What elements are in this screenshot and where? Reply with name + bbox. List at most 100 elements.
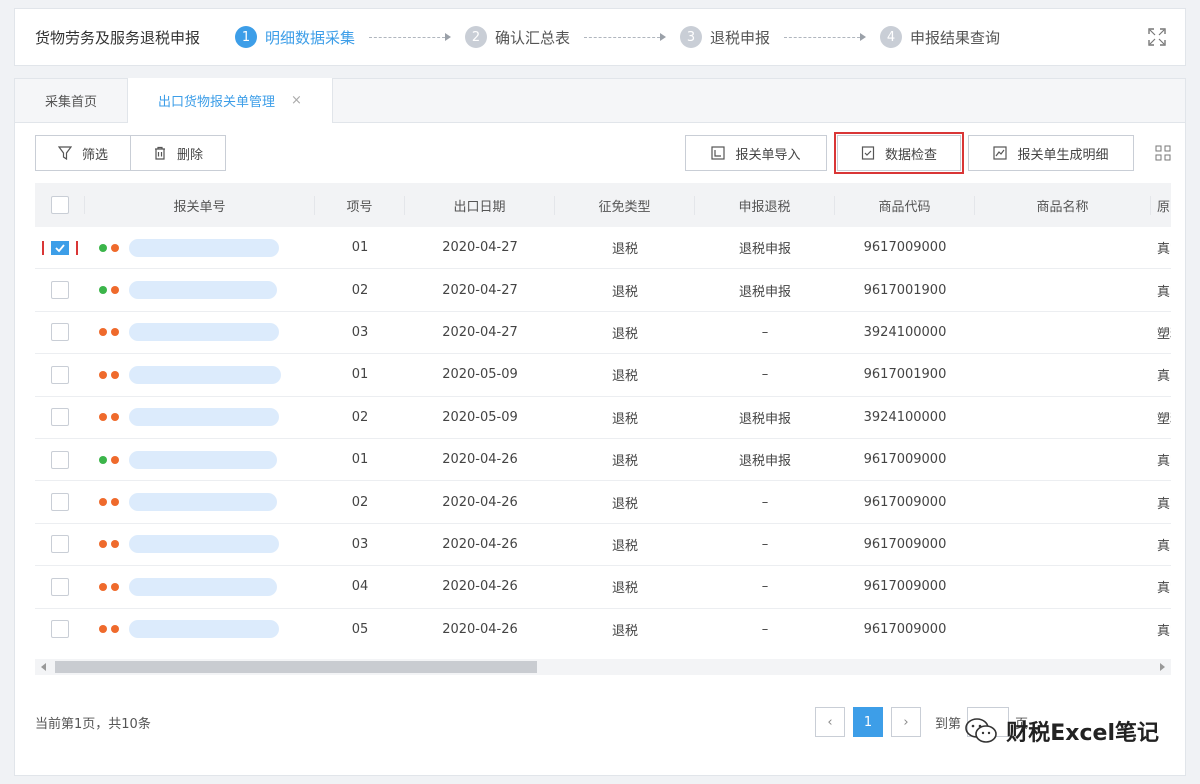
tab-bar: 采集首页 出口货物报关单管理 × <box>15 78 1185 123</box>
export-date-cell: 2020-04-26 <box>442 621 518 637</box>
row-select-cell <box>35 323 85 342</box>
import-declaration-button[interactable]: 报关单导入 <box>685 135 827 171</box>
row-select-cell <box>35 493 85 512</box>
status-dot-icon <box>99 370 107 379</box>
row-checkbox[interactable] <box>51 450 69 469</box>
declaration-type-cell: 退税申报 <box>738 454 791 470</box>
status-dot-icon <box>111 455 119 464</box>
table-row[interactable]: 02 2020-04-27 退税 退税申报 9617001900 真空保 <box>35 269 1171 312</box>
row-checkbox[interactable] <box>51 281 69 300</box>
exemption-type-cell: 退税 <box>611 242 638 258</box>
table-row[interactable]: 02 2020-04-26 退税 – 9617009000 真空保 <box>35 481 1171 524</box>
step-2[interactable]: 2 确认汇总表 <box>465 26 570 48</box>
redacted-declaration-no <box>129 535 279 554</box>
status-dot-icon <box>99 413 107 422</box>
delete-button[interactable]: 删除 <box>130 135 226 171</box>
redacted-declaration-no <box>129 577 277 596</box>
step-4-label: 申报结果查询 <box>910 28 1001 47</box>
export-date-cell: 2020-05-09 <box>442 409 518 425</box>
declaration-no-cell <box>85 535 315 554</box>
tab-declaration-management[interactable]: 出口货物报关单管理 × <box>127 78 333 123</box>
row-checkbox[interactable] <box>51 408 69 427</box>
header-declaration-type[interactable]: 申报退税 <box>695 195 835 215</box>
row-checkbox[interactable] <box>51 620 69 639</box>
header-commodity-name[interactable]: 商品名称 <box>975 195 1151 215</box>
step-arrow-icon <box>784 33 867 41</box>
item-no-cell: 01 <box>351 367 369 383</box>
checkbox-frame <box>51 450 69 469</box>
checkmark-icon <box>55 244 65 253</box>
header-extra[interactable]: 原 <box>1151 196 1171 215</box>
scroll-left-icon[interactable] <box>41 663 46 671</box>
redacted-declaration-no <box>129 281 277 300</box>
filter-button[interactable]: 筛选 <box>35 135 131 171</box>
wizard-bar: 货物劳务及服务退税申报 1 明细数据采集 2 确认汇总表 3 退税申报 4 申报… <box>14 8 1186 66</box>
row-checkbox[interactable] <box>51 535 69 554</box>
generate-details-button[interactable]: 报关单生成明细 <box>968 135 1134 171</box>
scrollbar-thumb[interactable] <box>55 661 537 673</box>
commodity-code-cell: 3924100000 <box>863 324 947 340</box>
header-exemption-type[interactable]: 征免类型 <box>555 195 695 215</box>
item-no-cell: 03 <box>351 536 369 552</box>
select-all-checkbox[interactable] <box>50 196 69 214</box>
export-date-cell: 2020-04-27 <box>442 282 518 298</box>
row-select-cell <box>35 577 85 596</box>
row-select-cell <box>35 240 85 255</box>
page-button[interactable]: 1 <box>853 707 883 737</box>
row-checkbox[interactable] <box>51 577 69 596</box>
checkbox-frame <box>51 365 69 384</box>
expand-icon[interactable] <box>1147 27 1167 47</box>
redacted-declaration-no <box>129 365 281 384</box>
grid-view-icon[interactable] <box>1155 145 1171 161</box>
step-arrow-icon <box>369 33 452 41</box>
declaration-type-cell: – <box>761 494 769 510</box>
export-date-cell: 2020-04-27 <box>442 324 518 340</box>
checkbox-frame <box>51 577 69 596</box>
declaration-type-cell: – <box>761 536 769 552</box>
table-row[interactable]: 01 2020-04-26 退税 退税申报 9617009000 真空保 <box>35 439 1171 482</box>
document-check-icon <box>861 146 875 160</box>
table-row[interactable]: 01 2020-04-27 退税 退税申报 9617009000 真空保 <box>35 227 1171 270</box>
status-dot-icon <box>111 286 119 295</box>
export-date-cell: 2020-04-26 <box>442 579 518 595</box>
row-checkbox[interactable] <box>51 365 69 384</box>
commodity-code-cell: 9617009000 <box>863 536 947 552</box>
prev-page-button[interactable]: ‹ <box>815 707 845 737</box>
commodity-name-truncated-cell: 真空保 <box>1157 242 1171 258</box>
header-export-date[interactable]: 出口日期 <box>405 195 555 215</box>
header-declaration-no[interactable]: 报关单号 <box>85 195 315 215</box>
declaration-type-cell: – <box>761 324 769 340</box>
step-1[interactable]: 1 明细数据采集 <box>235 26 355 48</box>
row-checkbox[interactable] <box>51 323 69 342</box>
header-item-no[interactable]: 项号 <box>315 195 405 215</box>
declaration-type-cell: – <box>761 367 769 383</box>
commodity-name-truncated-cell: 真空保 <box>1157 496 1171 512</box>
commodity-code-cell: 9617009000 <box>863 621 947 637</box>
redacted-declaration-no <box>129 493 277 512</box>
step-3[interactable]: 3 退税申报 <box>680 26 770 48</box>
declaration-no-cell <box>85 365 315 384</box>
header-commodity-code[interactable]: 商品代码 <box>835 195 975 215</box>
table-row[interactable]: 03 2020-04-26 退税 – 9617009000 真空保 <box>35 524 1171 567</box>
horizontal-scrollbar[interactable] <box>35 659 1171 675</box>
row-checkbox[interactable] <box>51 240 69 255</box>
table-row[interactable]: 02 2020-05-09 退税 退税申报 3924100000 塑料制 <box>35 397 1171 439</box>
table-row[interactable]: 05 2020-04-26 退税 – 9617009000 真空保 <box>35 609 1171 649</box>
row-select-cell <box>35 281 85 300</box>
next-page-button[interactable]: › <box>891 707 921 737</box>
table-row[interactable]: 03 2020-04-27 退税 – 3924100000 塑料杯 <box>35 312 1171 355</box>
row-checkbox[interactable] <box>51 493 69 512</box>
commodity-code-cell: 9617001900 <box>863 367 947 383</box>
declaration-type-cell: – <box>761 579 769 595</box>
table-row[interactable]: 04 2020-04-26 退税 – 9617009000 真空保 <box>35 566 1171 609</box>
trash-icon <box>154 146 165 160</box>
step-4[interactable]: 4 申报结果查询 <box>880 26 1000 48</box>
generate-label: 报关单生成明细 <box>1017 147 1109 163</box>
table-row[interactable]: 01 2020-05-09 退税 – 9617001900 真空保 <box>35 354 1171 397</box>
scroll-right-icon[interactable] <box>1160 663 1165 671</box>
declaration-no-cell <box>85 238 315 257</box>
tab-collection-home[interactable]: 采集首页 <box>15 78 127 122</box>
row-select-cell <box>35 535 85 554</box>
close-icon[interactable]: × <box>291 93 302 108</box>
data-check-button[interactable]: 数据检查 <box>834 132 964 174</box>
